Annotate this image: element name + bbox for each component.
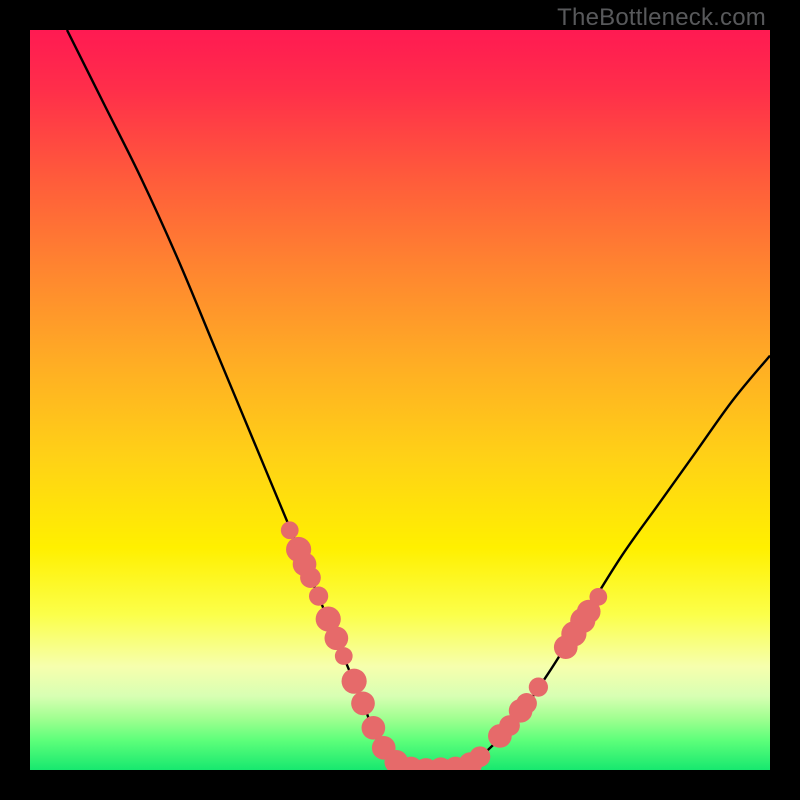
curve-marker	[309, 586, 328, 605]
bottleneck-curve	[67, 30, 770, 770]
curve-path	[67, 30, 770, 770]
curve-marker	[351, 692, 375, 716]
curve-layer	[30, 30, 770, 770]
curve-marker	[342, 669, 367, 694]
curve-marker	[470, 746, 491, 767]
plot-area	[30, 30, 770, 770]
curve-marker	[516, 693, 537, 714]
curve-marker	[281, 521, 299, 539]
curve-marker	[529, 678, 548, 697]
curve-markers	[281, 521, 607, 770]
curve-marker	[300, 567, 321, 588]
curve-marker	[589, 588, 607, 606]
watermark-text: TheBottleneck.com	[557, 4, 766, 32]
chart-container: TheBottleneck.com	[0, 0, 800, 800]
curve-marker	[362, 716, 386, 740]
curve-marker	[325, 626, 349, 650]
curve-marker	[335, 647, 353, 665]
